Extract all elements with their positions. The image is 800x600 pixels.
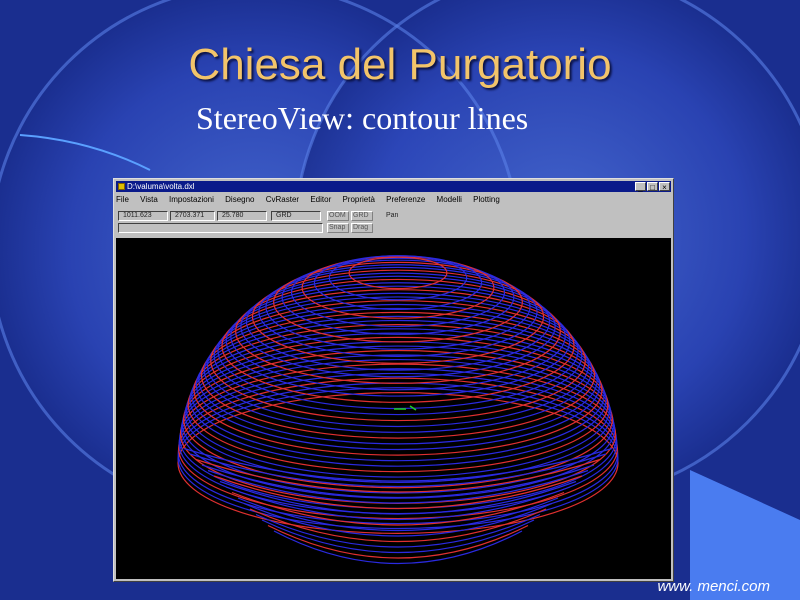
coord-y-field: 2703.371 <box>170 211 215 221</box>
app-window: D:\valuma\volta.dxl _ □ × File Vista Imp… <box>113 178 674 582</box>
menu-plotting[interactable]: Plotting <box>473 195 500 204</box>
contour-line <box>183 447 613 482</box>
menu-cvraster[interactable]: CvRaster <box>266 195 299 204</box>
menu-modelli[interactable]: Modelli <box>437 195 462 204</box>
footer-url: www. menci.com <box>657 578 770 595</box>
info-field <box>118 223 323 233</box>
coord-x-field: 1011.623 <box>118 211 168 221</box>
menu-bar: File Vista Impostazioni Disegno CvRaster… <box>116 194 671 206</box>
menu-disegno[interactable]: Disegno <box>225 195 254 204</box>
oom-button[interactable]: OOM <box>327 211 349 221</box>
minimize-button[interactable]: _ <box>635 182 646 192</box>
menu-editor[interactable]: Editor <box>310 195 331 204</box>
slide-subtitle: StereoView: contour lines <box>196 100 529 136</box>
contour-line <box>181 354 615 494</box>
menu-proprieta[interactable]: Proprietà <box>342 195 374 204</box>
dome-contour-drawing <box>177 255 619 564</box>
stereo-viewport[interactable] <box>116 238 671 579</box>
menu-vista[interactable]: Vista <box>140 195 158 204</box>
window-titlebar[interactable]: D:\valuma\volta.dxl _ □ × <box>116 181 671 192</box>
menu-file[interactable]: File <box>116 195 129 204</box>
window-controls: _ □ × <box>635 182 670 192</box>
contour-line <box>265 264 531 350</box>
slide-title: Chiesa del Purgatorio <box>188 40 612 89</box>
contour-line <box>191 328 605 462</box>
close-button[interactable]: × <box>659 182 670 192</box>
drag-button[interactable]: Drag <box>351 223 373 233</box>
menu-preferenze[interactable]: Preferenze <box>386 195 425 204</box>
mode-field: GRD <box>271 211 321 221</box>
snap-button[interactable]: Snap <box>327 223 349 233</box>
app-icon <box>118 183 125 190</box>
window-title: D:\valuma\volta.dxl <box>127 182 195 191</box>
pan-label: Pan <box>386 212 399 219</box>
coord-z-field: 25.780 <box>217 211 267 221</box>
contour-line <box>189 332 607 467</box>
maximize-button[interactable]: □ <box>647 182 658 192</box>
status-toolbar: 1011.623 2703.371 25.780 GRD OOM GRD Sna… <box>116 208 671 236</box>
contour-line <box>183 349 613 489</box>
grd-button[interactable]: GRD <box>351 211 373 221</box>
menu-impostazioni[interactable]: Impostazioni <box>169 195 214 204</box>
